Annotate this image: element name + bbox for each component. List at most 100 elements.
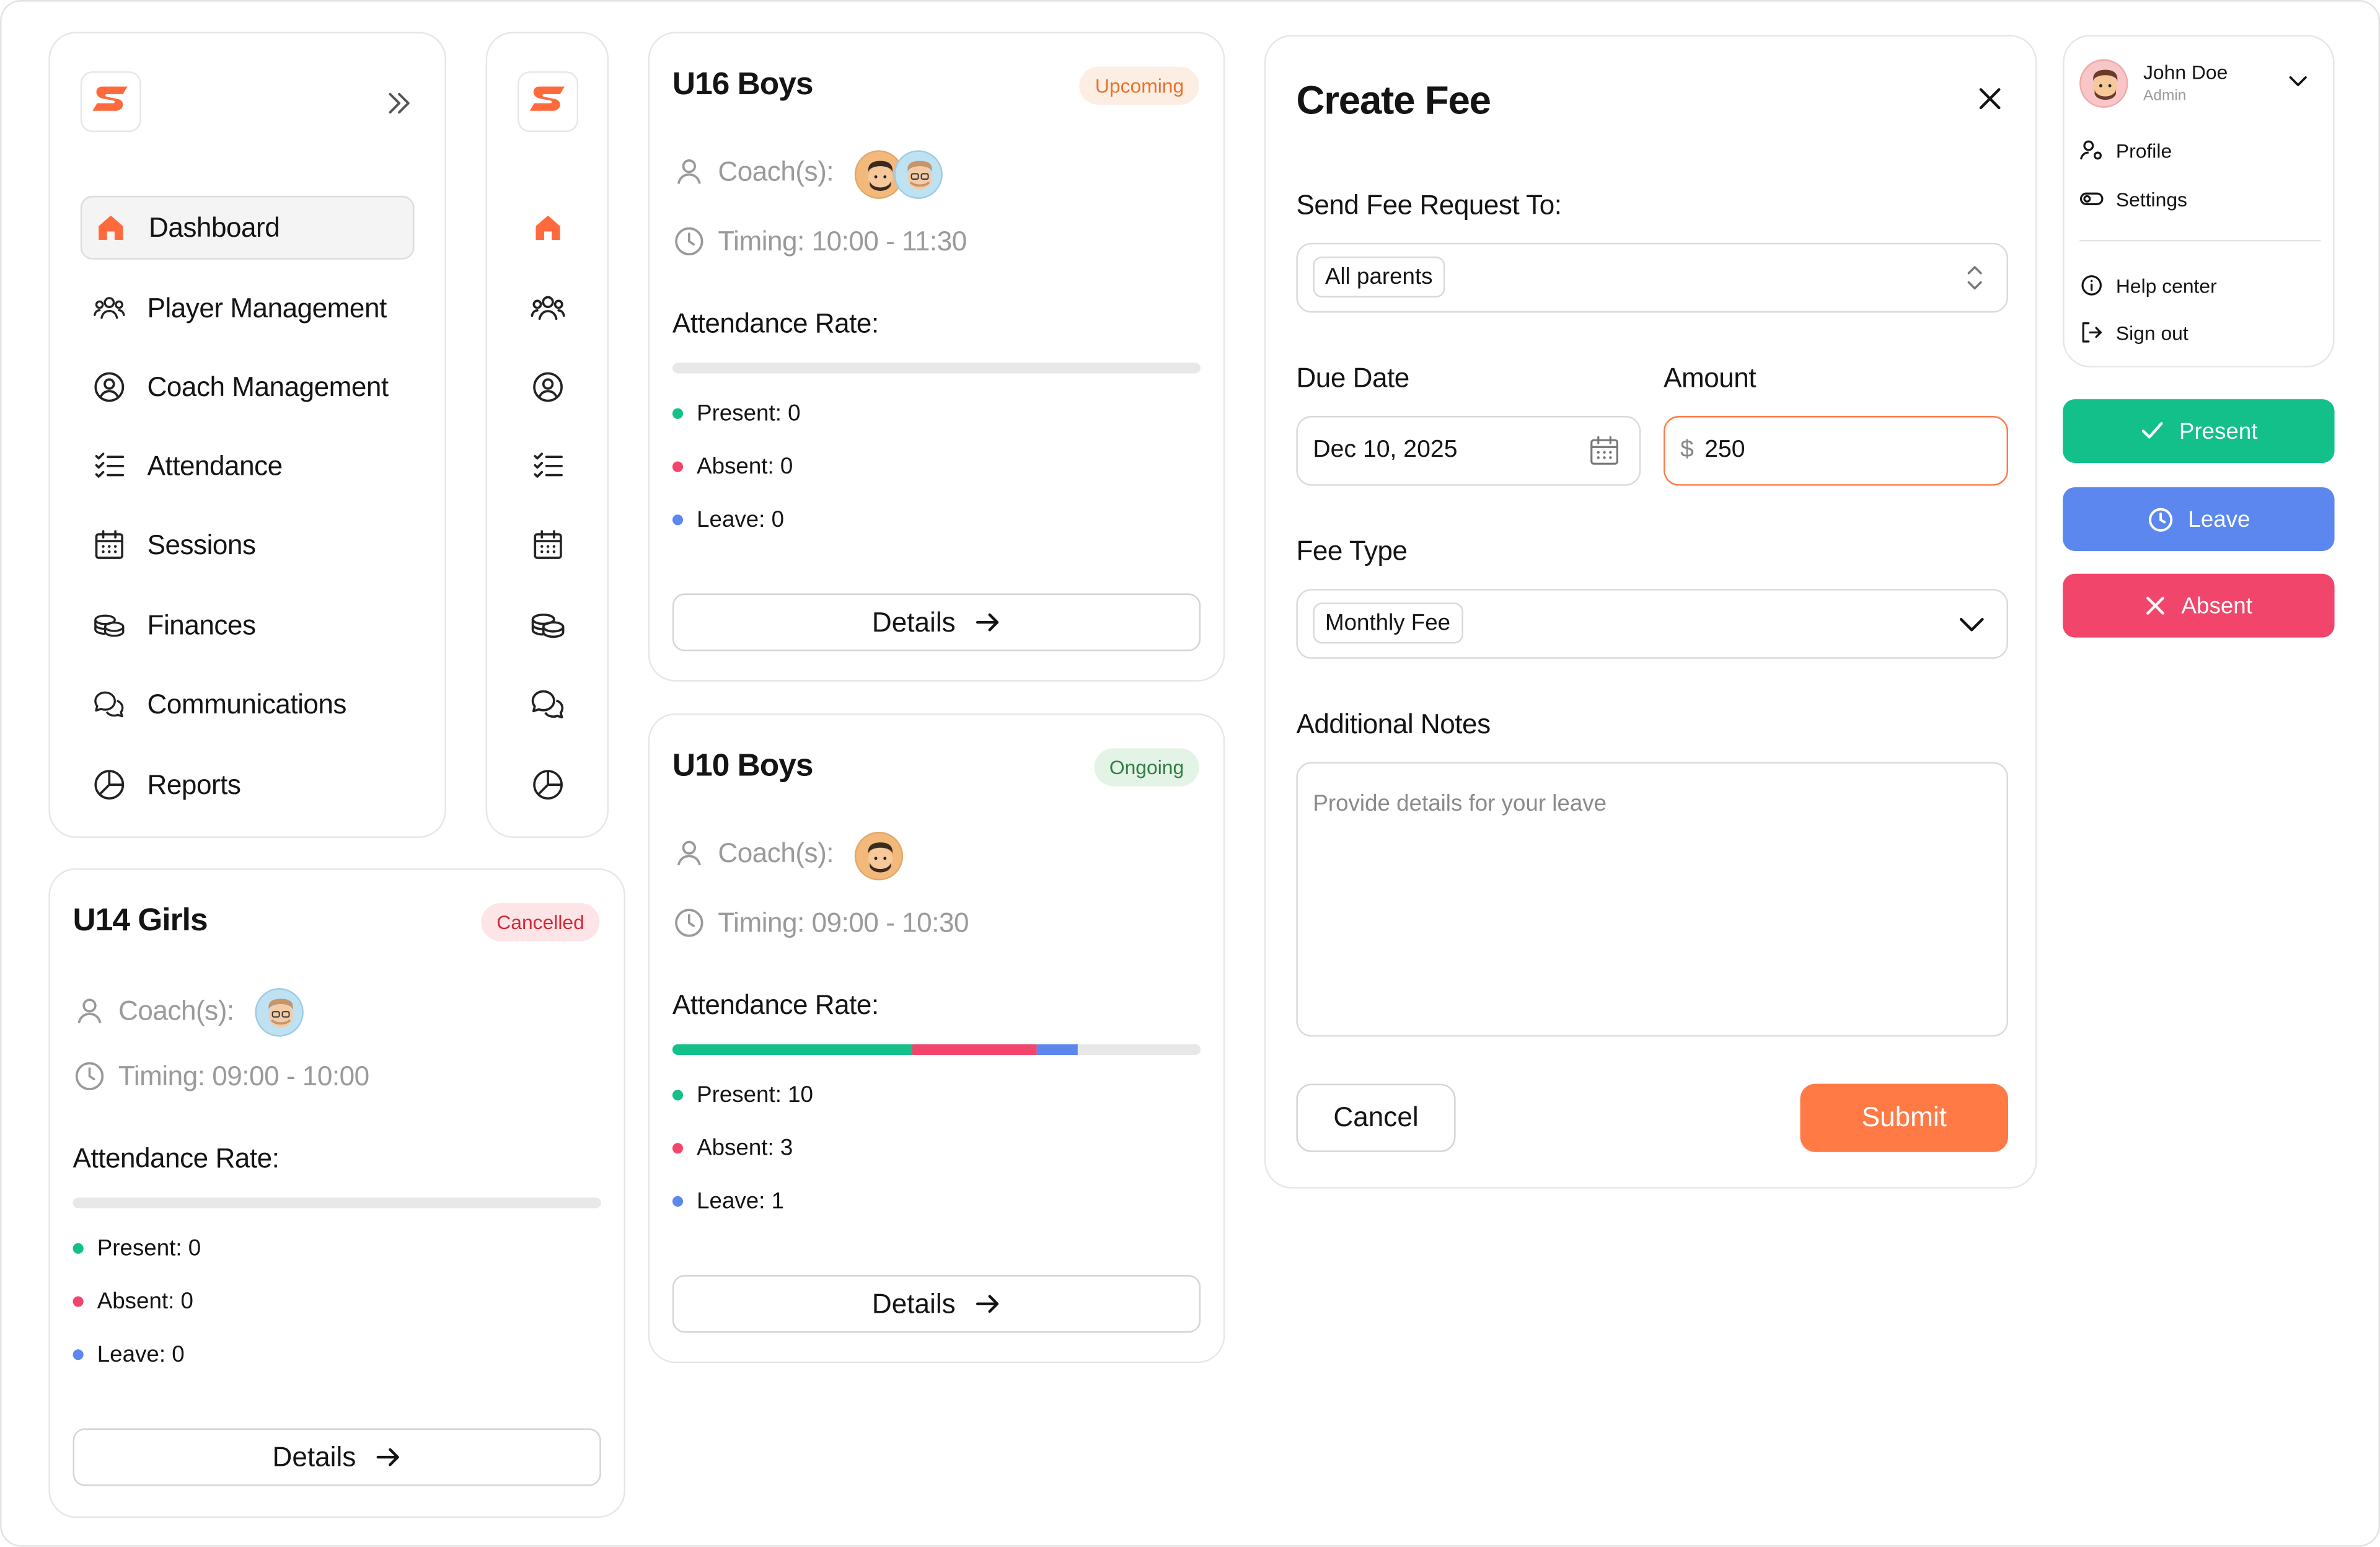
send-to-label: Send Fee Request To: bbox=[1296, 190, 1562, 221]
timing-row: Timing: 09:00 - 10:00 bbox=[73, 1059, 369, 1093]
submit-button[interactable]: Submit bbox=[1800, 1083, 2009, 1152]
details-button[interactable]: Details bbox=[672, 593, 1201, 651]
legend-leave: Leave: 0 bbox=[73, 1342, 185, 1368]
menu-item-profile[interactable]: Profile bbox=[2079, 138, 2172, 162]
sidebar-item-label: Dashboard bbox=[149, 211, 280, 242]
sidebar-item-label: Finances bbox=[147, 609, 256, 640]
chat-icon[interactable] bbox=[530, 686, 566, 723]
sign-out-icon bbox=[2079, 320, 2104, 345]
players-icon bbox=[92, 291, 126, 325]
collapse-sidebar-icon[interactable] bbox=[384, 88, 415, 118]
fee-type-label: Fee Type bbox=[1296, 536, 1408, 566]
chevron-down-icon[interactable] bbox=[2288, 73, 2309, 88]
amount-input[interactable]: $ 250 bbox=[1664, 416, 2009, 486]
timing-row: Timing: 09:00 - 10:30 bbox=[672, 906, 969, 940]
sidebar-item-player-management[interactable]: Player Management bbox=[81, 276, 415, 340]
sidebar-item-communications[interactable]: Communications bbox=[81, 672, 415, 736]
coins-icon bbox=[92, 609, 126, 642]
attendance-bar bbox=[672, 1044, 1201, 1056]
timing-text: Timing: 09:00 - 10:00 bbox=[118, 1060, 369, 1091]
app-logo[interactable] bbox=[80, 71, 141, 133]
coach-row: Coach(s): bbox=[672, 836, 834, 870]
sidebar-item-dashboard[interactable]: Dashboard bbox=[80, 195, 415, 260]
coach-label: Coach(s): bbox=[118, 995, 234, 1026]
details-button[interactable]: Details bbox=[672, 1275, 1201, 1333]
legend-absent: Absent: 0 bbox=[73, 1289, 193, 1315]
fee-type-select[interactable]: Monthly Fee bbox=[1296, 589, 2009, 659]
session-title: U14 Girls bbox=[73, 903, 208, 938]
user-icon bbox=[73, 994, 107, 1028]
leave-button[interactable]: Leave bbox=[2063, 487, 2335, 551]
app-logo[interactable] bbox=[518, 71, 579, 133]
home-icon[interactable] bbox=[530, 209, 566, 246]
close-icon bbox=[2145, 595, 2166, 616]
sidebar-item-sessions[interactable]: Sessions bbox=[81, 513, 415, 577]
sidebar-expanded: Dashboard Player Management Coach Manage… bbox=[48, 32, 447, 838]
coins-icon[interactable] bbox=[530, 607, 566, 644]
menu-item-help-center[interactable]: Help center bbox=[2079, 273, 2217, 298]
arrow-right-icon bbox=[374, 1445, 402, 1469]
pie-chart-icon[interactable] bbox=[530, 767, 566, 803]
legend-present: Present: 10 bbox=[672, 1082, 813, 1108]
sidebar-item-label: Sessions bbox=[147, 529, 256, 560]
due-date-input[interactable]: Dec 10, 2025 bbox=[1296, 416, 1641, 486]
sidebar-item-attendance[interactable]: Attendance bbox=[81, 434, 415, 498]
details-button[interactable]: Details bbox=[73, 1428, 601, 1486]
user-menu: John Doe Admin Profile Settings Help cen… bbox=[2063, 35, 2335, 368]
menu-divider bbox=[2079, 239, 2321, 242]
sidebar-item-finances[interactable]: Finances bbox=[81, 594, 415, 658]
menu-item-sign-out[interactable]: Sign out bbox=[2079, 320, 2188, 345]
coach-label: Coach(s): bbox=[718, 837, 834, 868]
coach-avatar[interactable] bbox=[854, 832, 904, 881]
sidebar-item-coach-management[interactable]: Coach Management bbox=[81, 355, 415, 419]
arrow-right-icon bbox=[974, 1292, 1001, 1316]
coach-icon bbox=[92, 371, 126, 404]
chevron-down-icon bbox=[1958, 613, 1985, 634]
due-date-label: Due Date bbox=[1296, 363, 1409, 394]
session-card-u16-boys: U16 Boys Upcoming Coach(s): Timing: 10:0… bbox=[648, 32, 1225, 682]
pie-chart-icon bbox=[92, 768, 126, 801]
present-button[interactable]: Present bbox=[2063, 399, 2335, 463]
arrow-right-icon bbox=[974, 610, 1001, 634]
chat-icon bbox=[92, 687, 126, 721]
info-icon bbox=[2079, 273, 2104, 298]
amount-value: 250 bbox=[1704, 437, 1745, 463]
calendar-icon[interactable] bbox=[1588, 434, 1621, 467]
menu-item-settings[interactable]: Settings bbox=[2079, 187, 2187, 211]
attendance-bar bbox=[73, 1197, 601, 1209]
sidebar-item-label: Player Management bbox=[147, 292, 387, 323]
bar-absent bbox=[912, 1044, 1037, 1056]
sidebar-item-reports[interactable]: Reports bbox=[81, 753, 415, 817]
clock-icon bbox=[672, 906, 706, 940]
coach-icon[interactable] bbox=[530, 369, 566, 405]
legend-present: Present: 0 bbox=[672, 401, 801, 426]
user-icon bbox=[672, 836, 706, 870]
timing-text: Timing: 10:00 - 11:30 bbox=[718, 225, 967, 256]
legend-absent: Absent: 0 bbox=[672, 454, 793, 480]
timing-text: Timing: 09:00 - 10:30 bbox=[718, 907, 969, 938]
attendance-label: Attendance Rate: bbox=[672, 989, 879, 1020]
calendar-icon bbox=[92, 528, 126, 562]
coach-row: Coach(s): bbox=[672, 155, 834, 188]
checklist-icon bbox=[92, 449, 126, 483]
bar-present bbox=[672, 1044, 913, 1056]
coach-avatar[interactable] bbox=[894, 150, 943, 199]
checklist-icon[interactable] bbox=[530, 447, 566, 484]
notes-textarea[interactable]: Provide details for your leave bbox=[1296, 762, 2009, 1037]
sidebar-collapsed bbox=[485, 32, 609, 838]
notes-label: Additional Notes bbox=[1296, 708, 1491, 739]
close-icon[interactable] bbox=[1977, 85, 2004, 112]
calendar-icon[interactable] bbox=[530, 527, 566, 563]
avatar[interactable] bbox=[2079, 59, 2128, 108]
absent-button[interactable]: Absent bbox=[2063, 573, 2335, 638]
clock-icon bbox=[73, 1059, 107, 1093]
send-to-select[interactable]: All parents bbox=[1296, 242, 2009, 313]
attendance-bar bbox=[672, 363, 1201, 374]
recipient-chip[interactable]: All parents bbox=[1313, 256, 1445, 298]
coach-avatar[interactable] bbox=[255, 988, 304, 1037]
user-name: John Doe bbox=[2143, 60, 2228, 84]
players-icon[interactable] bbox=[530, 290, 566, 327]
cancel-button[interactable]: Cancel bbox=[1296, 1083, 1456, 1152]
check-icon bbox=[2140, 420, 2164, 441]
logo-icon bbox=[92, 86, 128, 111]
